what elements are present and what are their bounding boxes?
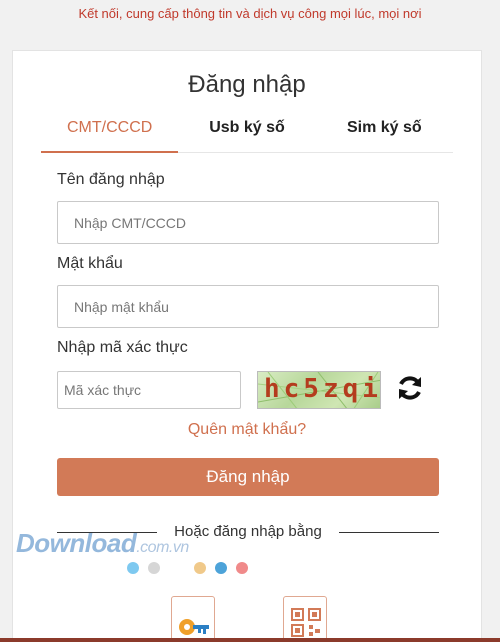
carousel-dot[interactable] <box>127 562 139 574</box>
tab-usb-ky-so[interactable]: Usb ký số <box>178 113 315 152</box>
captcha-input[interactable] <box>57 371 241 409</box>
qr-code-icon <box>291 608 321 637</box>
watermark-brand: Download <box>16 528 137 558</box>
password-label: Mật khẩu <box>57 255 123 272</box>
key-icon <box>179 619 209 635</box>
tab-sim-ky-so[interactable]: Sim ký số <box>316 113 453 152</box>
divider-line-right <box>339 532 439 533</box>
username-input[interactable] <box>57 201 439 244</box>
carousel-dot[interactable] <box>194 562 206 574</box>
carousel-dot[interactable] <box>215 562 227 574</box>
watermark-domain: .com.vn <box>136 539 189 556</box>
captcha-text: hc5zqi <box>264 374 381 404</box>
carousel-dot[interactable] <box>148 562 160 574</box>
login-tabs: CMT/CCCD Usb ký số Sim ký số <box>41 113 453 153</box>
username-label: Tên đăng nhập <box>57 171 165 188</box>
usb-key-login-button[interactable] <box>171 596 215 642</box>
page-title: Đăng nhập <box>188 71 306 98</box>
login-button[interactable]: Đăng nhập <box>57 458 439 496</box>
forgot-password-link[interactable]: Quên mật khẩu? <box>13 421 481 439</box>
password-input[interactable] <box>57 285 439 328</box>
tab-cmt-cccd[interactable]: CMT/CCCD <box>41 113 179 153</box>
bottom-bar <box>0 638 500 642</box>
carousel-dot[interactable] <box>236 562 248 574</box>
qr-login-button[interactable] <box>283 596 327 642</box>
captcha-label: Nhập mã xác thực <box>57 339 188 356</box>
watermark-logo: Download.com.vn <box>16 528 189 559</box>
tagline: Kết nối, cung cấp thông tin và dịch vụ c… <box>78 6 422 21</box>
captcha-image: hc5zqi <box>257 371 381 409</box>
refresh-icon[interactable] <box>395 373 425 403</box>
